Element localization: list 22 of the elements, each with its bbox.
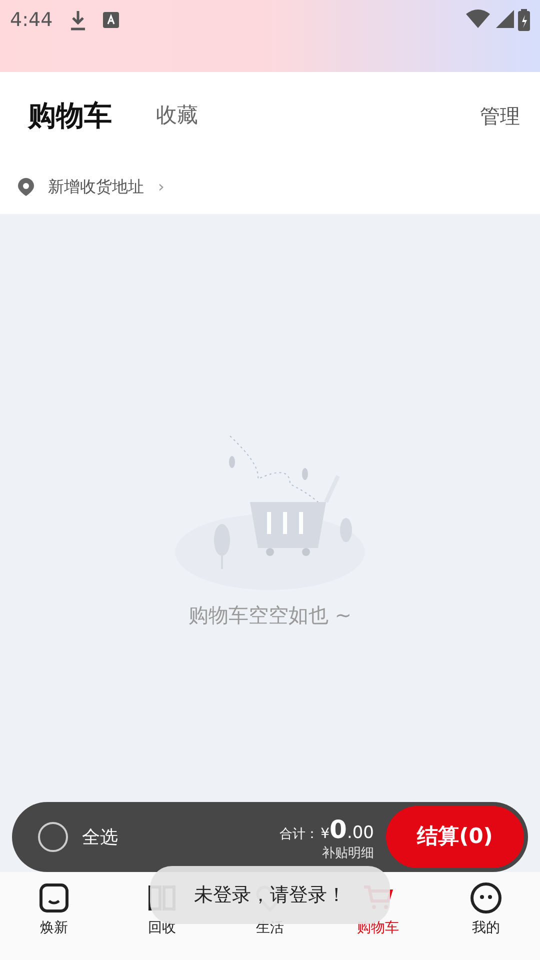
checkout-button[interactable]: 结算(0) xyxy=(386,806,524,868)
select-all-label: 全选 xyxy=(82,826,118,850)
keyboard-icon xyxy=(102,12,119,28)
battery-icon xyxy=(518,9,530,31)
smiley-square-icon xyxy=(38,882,70,914)
add-address-link[interactable]: 新增收货地址 › xyxy=(18,175,164,199)
signal-icon xyxy=(494,9,514,29)
location-pin-icon xyxy=(18,178,34,196)
tab[interactable]: 收藏 xyxy=(156,100,198,132)
total-price: 合计：¥0.00 xyxy=(280,814,374,846)
empty-cart-message: 购物车空空如也 ~ xyxy=(188,602,352,629)
face-icon xyxy=(470,882,502,914)
manage-button[interactable]: 管理 xyxy=(480,101,520,131)
toast-message: 未登录，请登录！ xyxy=(194,882,346,908)
select-all-checkbox[interactable] xyxy=(38,822,68,852)
tab[interactable]: 购物车 xyxy=(28,95,112,137)
nav-tab[interactable]: 我的 xyxy=(432,882,540,960)
status-time: 4:44 xyxy=(10,8,53,33)
subsidy-details-link[interactable]: 补贴明细 xyxy=(322,844,374,864)
nav-tab[interactable]: 焕新 xyxy=(0,882,108,960)
wifi-icon xyxy=(466,9,490,29)
download-icon xyxy=(68,8,87,32)
